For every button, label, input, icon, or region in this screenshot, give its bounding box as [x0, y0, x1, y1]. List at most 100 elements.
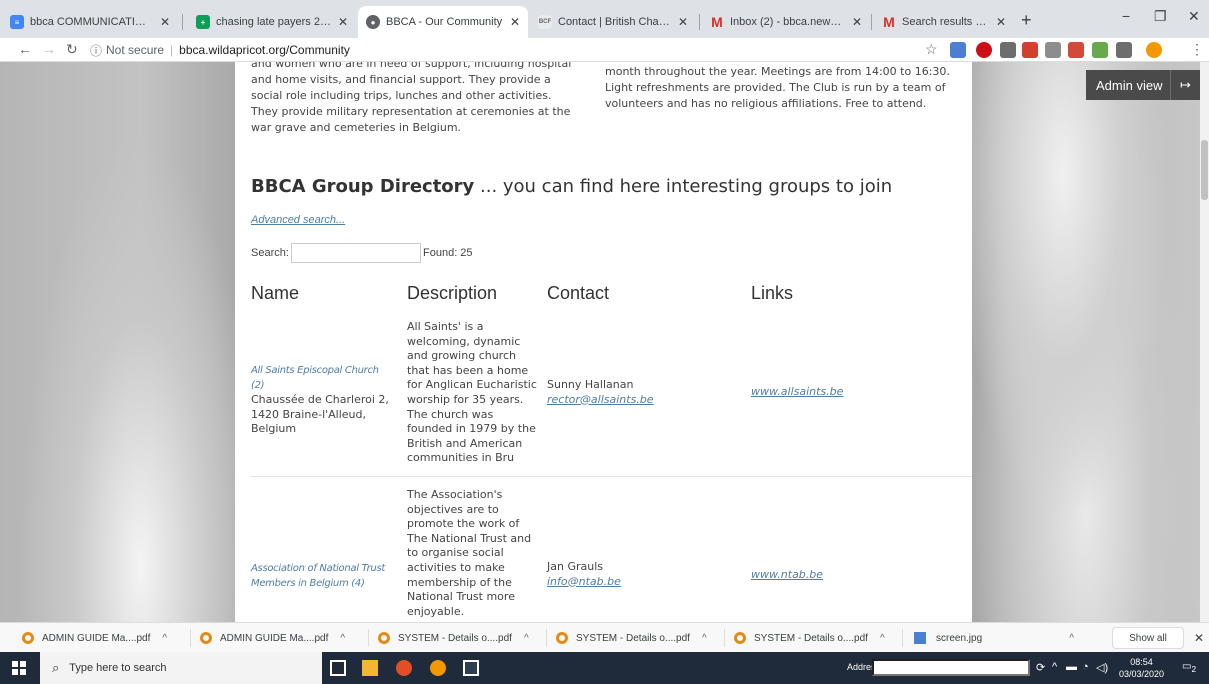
notifications-icon[interactable]: ▭2	[1182, 661, 1196, 674]
refresh-tray-icon[interactable]: ⟳	[1036, 661, 1045, 674]
chevron-up-icon[interactable]: ^	[1069, 633, 1074, 644]
background-cloud-right	[972, 62, 1200, 622]
group-description: The Association's objectives are to prom…	[407, 488, 532, 618]
new-tab-button[interactable]: +	[1021, 10, 1032, 31]
downloads-bar: ADMIN GUIDE Ma....pdf ^ ADMIN GUIDE Ma..…	[0, 622, 1209, 652]
admin-view-label[interactable]: Admin view	[1086, 78, 1170, 93]
photos-icon[interactable]	[463, 660, 479, 676]
battery-icon[interactable]: ▬	[1066, 661, 1077, 673]
volume-icon[interactable]: ◁)	[1096, 661, 1108, 674]
group-name-link[interactable]: Association of National Trust Members in…	[251, 562, 391, 591]
skype-icon[interactable]	[1045, 42, 1061, 58]
pdf-icon[interactable]	[1068, 42, 1084, 58]
close-tab-icon[interactable]: ✕	[338, 15, 348, 29]
tab-inbox[interactable]: M Inbox (2) - bbca.newsandeve ✕	[702, 6, 870, 38]
globe-icon: ●	[366, 15, 380, 29]
bookmark-star-icon[interactable]: ☆	[925, 41, 938, 58]
reload-icon[interactable]: ↻	[66, 41, 78, 58]
contact-name: Sunny Hallanan	[547, 378, 634, 391]
search-input[interactable]	[291, 243, 421, 263]
chrome-icon[interactable]	[430, 660, 446, 676]
column-header-links[interactable]: Links	[751, 283, 793, 304]
exit-icon[interactable]: ↦	[1170, 70, 1200, 100]
download-item[interactable]: ADMIN GUIDE Ma....pdf ^	[200, 623, 345, 653]
chevron-up-icon[interactable]: ^	[340, 633, 345, 644]
info-icon[interactable]: ⓘ	[90, 42, 102, 59]
sheets-icon: +	[196, 15, 210, 29]
group-description: All Saints' is a welcoming, dynamic and …	[407, 320, 537, 465]
download-item[interactable]: SYSTEM - Details o....pdf ^	[556, 623, 707, 653]
close-window-icon[interactable]: ✕	[1188, 8, 1200, 25]
column-header-name[interactable]: Name	[251, 283, 299, 304]
website-link[interactable]: www.ntab.be	[751, 568, 823, 583]
opera-icon[interactable]	[976, 42, 992, 58]
firefox-icon[interactable]	[396, 660, 412, 676]
column-header-description[interactable]: Description	[407, 283, 497, 304]
website-link[interactable]: www.allsaints.be	[751, 385, 843, 400]
file-explorer-icon[interactable]	[362, 660, 378, 676]
close-tab-icon[interactable]: ✕	[160, 15, 170, 29]
chevron-up-icon[interactable]: ^	[524, 633, 529, 644]
table-row-contact-cell: Sunny Hallanan rector@allsaints.be	[547, 378, 737, 407]
gmail-icon: M	[711, 14, 723, 30]
url-field[interactable]: ⓘ Not secure | bbca.wildapricot.org/Comm…	[90, 41, 940, 59]
system-clock[interactable]: 08:54 03/03/2020	[1119, 656, 1164, 680]
tab-communication-plan[interactable]: ≡ bbca COMMUNICATION PLA ✕	[2, 6, 178, 38]
admin-view-bar[interactable]: Admin view ↦	[1086, 70, 1200, 100]
forward-arrow-icon[interactable]: →	[42, 41, 56, 57]
contact-email-link[interactable]: rector@allsaints.be	[547, 393, 737, 408]
close-tab-icon[interactable]: ✕	[510, 15, 520, 29]
address-toolbar-input[interactable]	[872, 659, 1030, 676]
task-view-icon[interactable]	[330, 660, 346, 676]
download-item[interactable]: SYSTEM - Details o....pdf ^	[734, 623, 885, 653]
chevron-up-icon[interactable]: ^	[162, 633, 167, 644]
table-row-name-cell: All Saints Episcopal Church (2) Chaussée…	[251, 364, 391, 437]
back-arrow-icon[interactable]: ←	[18, 41, 32, 57]
taskbar-search-input[interactable]: ⌕ Type here to search	[40, 652, 322, 684]
show-all-button[interactable]: Show all	[1112, 627, 1184, 649]
column-header-contact[interactable]: Contact	[547, 283, 609, 304]
chevron-up-icon[interactable]: ^	[702, 633, 707, 644]
maximize-icon[interactable]: ❐	[1154, 8, 1167, 25]
grammar-icon[interactable]	[1092, 42, 1108, 58]
doc-icon: ≡	[10, 15, 24, 29]
chevron-up-icon[interactable]: ^	[880, 633, 885, 644]
close-tab-icon[interactable]: ✕	[852, 15, 862, 29]
close-tab-icon[interactable]: ✕	[996, 15, 1006, 29]
intro-text-right: month throughout the year. Meetings are …	[605, 65, 950, 110]
minimize-icon[interactable]: −	[1122, 8, 1130, 24]
pocket-icon[interactable]	[1022, 42, 1038, 58]
windows-start-icon[interactable]	[12, 661, 26, 675]
wifi-icon[interactable]: ◔	[1082, 661, 1089, 673]
profile-avatar[interactable]	[1146, 42, 1162, 58]
download-item[interactable]: ADMIN GUIDE Ma....pdf ^	[22, 623, 167, 653]
background-cloud-left	[0, 62, 235, 622]
extension-icon[interactable]	[950, 42, 966, 58]
menu-dots-icon[interactable]: ⋮	[1190, 41, 1204, 58]
facebook-icon[interactable]	[1116, 42, 1132, 58]
chrome-pdf-icon	[378, 632, 390, 644]
chevron-up-icon[interactable]: ^	[1052, 661, 1057, 673]
tab-chasing-late-payers[interactable]: + chasing late payers 24/2/202 ✕	[188, 6, 356, 38]
row-divider	[251, 476, 972, 477]
tab-search-results[interactable]: M Search results - chris.dalton. ✕	[874, 6, 1014, 38]
drive-icon[interactable]	[1000, 42, 1016, 58]
advanced-search-link[interactable]: Advanced search...	[251, 214, 345, 226]
close-tab-icon[interactable]: ✕	[678, 15, 688, 29]
contact-email-link[interactable]: info@ntab.be	[547, 575, 737, 590]
chrome-pdf-icon	[200, 632, 212, 644]
group-address: Chaussée de Charleroi 2, 1420 Braine-l'A…	[251, 393, 389, 436]
group-name-link[interactable]: All Saints Episcopal Church (2)	[251, 364, 391, 393]
chrome-pdf-icon	[734, 632, 746, 644]
download-item[interactable]: screen.jpg ^	[914, 623, 1074, 653]
close-downloads-icon[interactable]: ✕	[1194, 623, 1204, 653]
tab-bbca-our-community[interactable]: ● BBCA - Our Community ✕	[358, 6, 528, 38]
image-file-icon	[914, 632, 926, 644]
address-bar: ← → ↻ ⓘ Not secure | bbca.wildapricot.or…	[0, 38, 1209, 62]
download-item[interactable]: SYSTEM - Details o....pdf ^	[378, 623, 529, 653]
search-icon: ⌕	[52, 660, 60, 675]
tab-contact-bcf[interactable]: BCF Contact | British Charitable F ✕	[530, 6, 696, 38]
bcf-icon: BCF	[538, 15, 552, 29]
scrollbar-thumb[interactable]	[1201, 140, 1208, 200]
table-row-contact-cell: Jan Grauls info@ntab.be	[547, 560, 737, 589]
